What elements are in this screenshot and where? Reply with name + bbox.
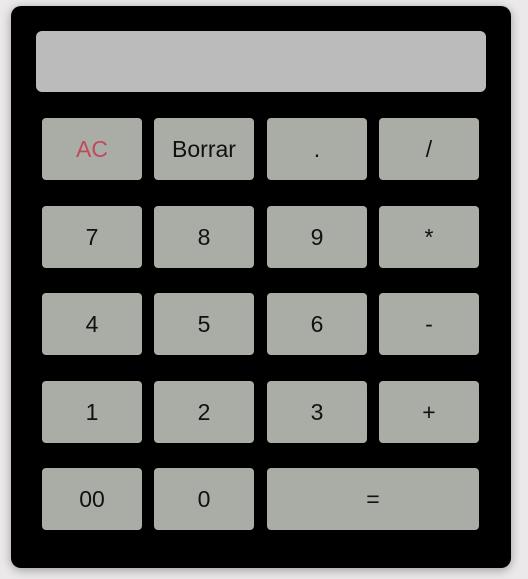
subtract-button[interactable]: - — [379, 293, 479, 355]
calculator-display — [36, 31, 486, 92]
digit-1-button[interactable]: 1 — [42, 381, 142, 443]
digit-0-button[interactable]: 0 — [154, 468, 254, 530]
digit-9-button[interactable]: 9 — [267, 206, 367, 268]
delete-button[interactable]: Borrar — [154, 118, 254, 180]
digit-2-button[interactable]: 2 — [154, 381, 254, 443]
decimal-button[interactable]: . — [267, 118, 367, 180]
digit-6-button[interactable]: 6 — [267, 293, 367, 355]
digit-7-button[interactable]: 7 — [42, 206, 142, 268]
digit-8-button[interactable]: 8 — [154, 206, 254, 268]
calculator: AC Borrar . / 7 8 9 * 4 5 6 - 1 2 3 + 00… — [11, 6, 511, 568]
divide-button[interactable]: / — [379, 118, 479, 180]
digit-5-button[interactable]: 5 — [154, 293, 254, 355]
equals-button[interactable]: = — [267, 468, 479, 530]
double-zero-button[interactable]: 00 — [42, 468, 142, 530]
multiply-button[interactable]: * — [379, 206, 479, 268]
add-button[interactable]: + — [379, 381, 479, 443]
digit-4-button[interactable]: 4 — [42, 293, 142, 355]
digit-3-button[interactable]: 3 — [267, 381, 367, 443]
clear-button[interactable]: AC — [42, 118, 142, 180]
